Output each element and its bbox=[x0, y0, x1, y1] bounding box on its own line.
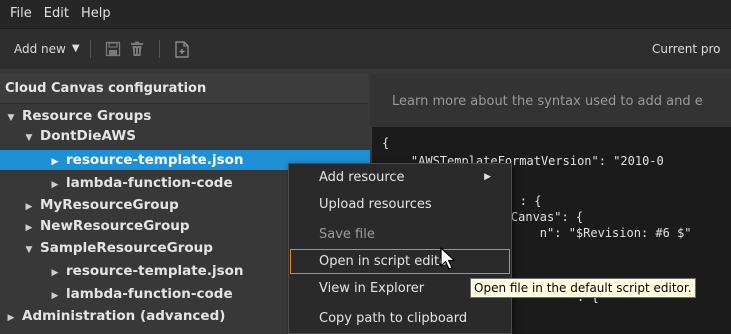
code-line: n": "$Revision: #6 $" bbox=[482, 226, 692, 240]
current-project-label: Current pro bbox=[652, 42, 721, 56]
toolbar-divider bbox=[158, 40, 160, 58]
toolbar-divider bbox=[89, 40, 91, 58]
collapsed-triangle-icon[interactable]: ▶ bbox=[22, 197, 36, 217]
tree-item-label: resource-template.json bbox=[66, 152, 244, 168]
menu-item-add-resource[interactable]: Add resource ▶ bbox=[289, 164, 511, 191]
toolbar: Add new ▼ Current pro bbox=[0, 29, 731, 69]
tree-item-resource-groups[interactable]: ▼ Resource Groups bbox=[0, 106, 372, 126]
tree-item-label: MyResourceGroup bbox=[40, 197, 179, 213]
tree-item-label: NewResourceGroup bbox=[40, 218, 190, 234]
tree-item-dontdieaws[interactable]: ▼ DontDieAWS bbox=[0, 126, 390, 146]
new-file-icon[interactable] bbox=[174, 40, 190, 58]
caret-down-icon: ▼ bbox=[71, 43, 80, 54]
save-icon[interactable] bbox=[105, 40, 121, 58]
collapsed-triangle-icon[interactable]: ▶ bbox=[48, 286, 62, 306]
cloud-canvas-window: File Edit Help Add new ▼ Current pro Clo… bbox=[0, 0, 731, 334]
tree-item-label: Administration (advanced) bbox=[22, 308, 226, 324]
submenu-arrow-icon: ▶ bbox=[484, 172, 491, 182]
collapsed-triangle-icon[interactable]: ▶ bbox=[48, 263, 62, 283]
tooltip: Open file in the default script editor. bbox=[470, 278, 696, 298]
menu-item-upload-resources[interactable]: Upload resources bbox=[289, 191, 511, 218]
code-line: { bbox=[382, 136, 390, 150]
menu-file[interactable]: File bbox=[0, 0, 38, 28]
collapsed-triangle-icon[interactable]: ▶ bbox=[22, 218, 36, 238]
menu-item-copy-path[interactable]: Copy path to clipboard bbox=[289, 305, 511, 332]
add-new-button[interactable]: Add new ▼ bbox=[14, 29, 80, 69]
menu-bar: File Edit Help bbox=[0, 0, 731, 29]
tree-item-label: Resource Groups bbox=[22, 108, 152, 124]
expanded-triangle-icon[interactable]: ▼ bbox=[4, 108, 18, 128]
menu-item-label: Add resource bbox=[319, 170, 405, 185]
tree-item-label: lambda-function-code bbox=[66, 286, 233, 302]
menu-help[interactable]: Help bbox=[75, 0, 117, 28]
menu-edit[interactable]: Edit bbox=[38, 0, 75, 28]
trash-icon[interactable] bbox=[129, 40, 145, 58]
collapsed-triangle-icon[interactable]: ▶ bbox=[48, 175, 62, 195]
tree-item-label: DontDieAWS bbox=[40, 128, 136, 144]
expanded-triangle-icon[interactable]: ▼ bbox=[22, 128, 36, 148]
learn-more-link[interactable]: Learn more about the syntax used to add … bbox=[370, 74, 731, 127]
menu-item-save-file[interactable]: Save file bbox=[289, 221, 511, 248]
menu-item-open-in-script-editor[interactable]: Open in script editor bbox=[289, 248, 511, 275]
tree-item-label: lambda-function-code bbox=[66, 175, 233, 191]
tree-item-label: resource-template.json bbox=[66, 263, 244, 279]
context-menu: Add resource ▶ Upload resources Save fil… bbox=[288, 163, 512, 334]
tree-item-label: SampleResourceGroup bbox=[40, 240, 213, 256]
add-new-label: Add new bbox=[14, 42, 66, 56]
mouse-cursor-icon bbox=[440, 247, 456, 270]
collapsed-triangle-icon[interactable]: ▶ bbox=[4, 308, 18, 328]
panel-title: Cloud Canvas configuration bbox=[0, 74, 368, 104]
expanded-triangle-icon[interactable]: ▼ bbox=[22, 240, 36, 260]
collapsed-triangle-icon[interactable]: ▶ bbox=[48, 152, 62, 172]
